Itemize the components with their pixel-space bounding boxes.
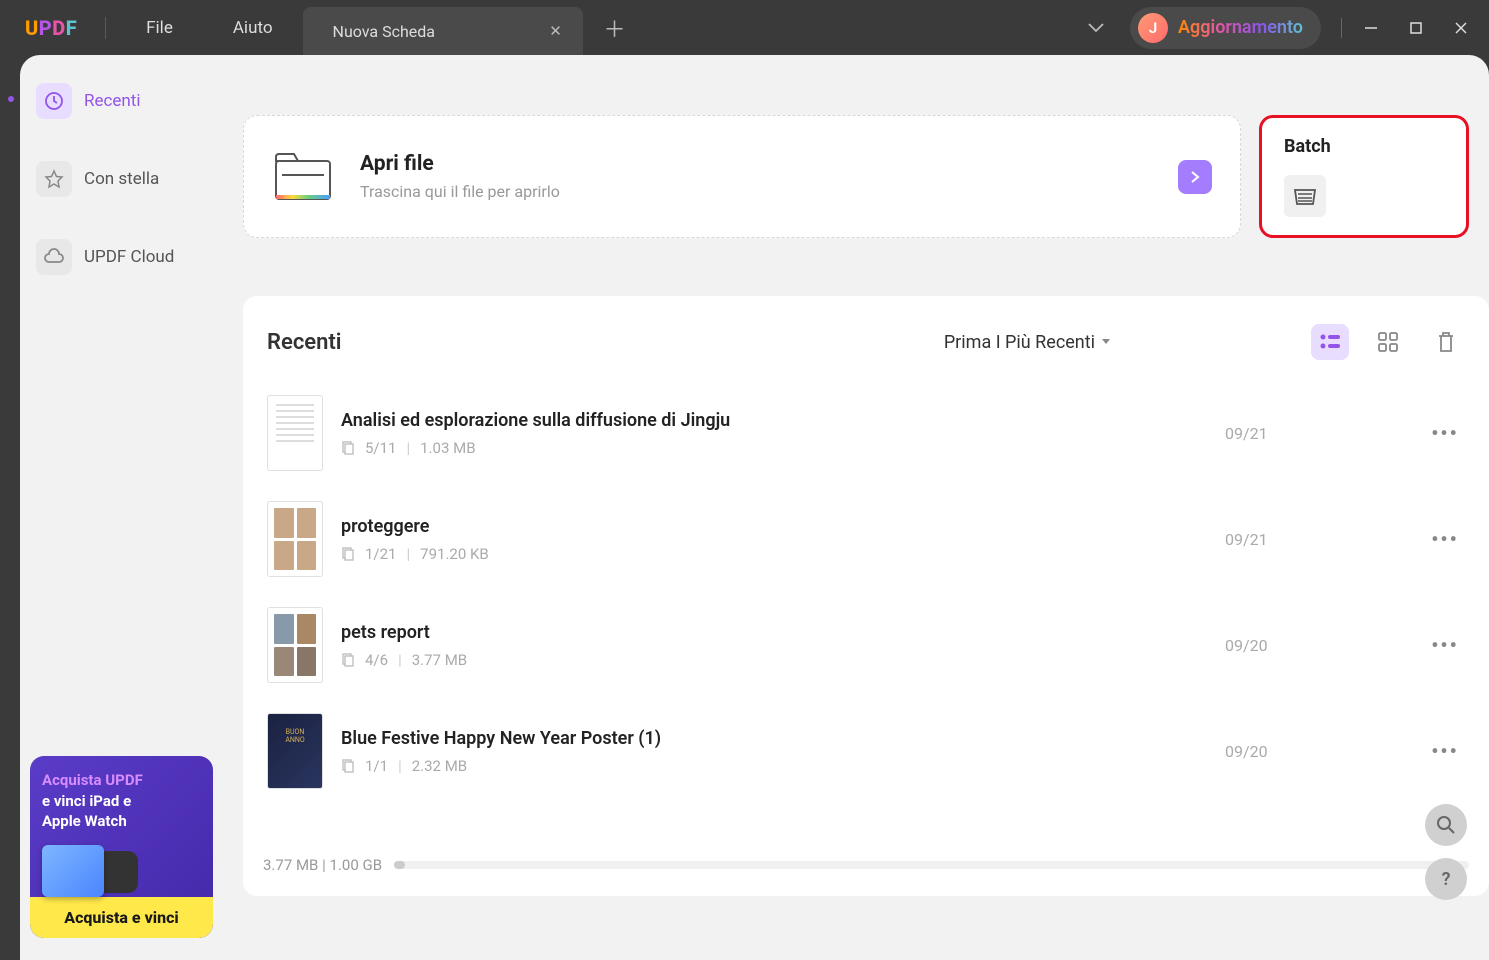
storage-usage: 3.77 MB | 1.00 GB — [263, 856, 382, 874]
file-row[interactable]: BUONANNO Blue Festive Happy New Year Pos… — [267, 698, 1465, 804]
menu-file[interactable]: File — [116, 18, 203, 38]
file-row[interactable]: Analisi ed esplorazione sulla diffusione… — [267, 380, 1465, 486]
sidebar-item-recent[interactable]: Recenti — [30, 77, 213, 125]
open-file-title: Apri file — [360, 152, 1152, 176]
cloud-icon — [36, 239, 72, 275]
tab-label: Nuova Scheda — [333, 22, 435, 41]
delete-button[interactable] — [1427, 324, 1465, 360]
close-button[interactable] — [1438, 8, 1483, 48]
more-icon[interactable]: ••• — [1425, 421, 1465, 445]
file-date: 09/21 — [1225, 530, 1425, 549]
pages-icon — [341, 653, 355, 667]
chevron-down-icon — [1101, 338, 1111, 346]
promo-card[interactable]: Acquista UPDF e vinci iPad e Apple Watch… — [30, 756, 213, 938]
file-thumbnail: BUONANNO — [267, 713, 323, 789]
file-row[interactable]: proteggere 1/21|791.20 KB 09/21 ••• — [267, 486, 1465, 592]
close-icon[interactable]: ✕ — [543, 18, 569, 44]
batch-title: Batch — [1284, 136, 1444, 157]
sidebar-item-cloud[interactable]: UPDF Cloud — [30, 233, 213, 281]
sidebar-item-starred[interactable]: Con stella — [30, 155, 213, 203]
help-icon: ? — [1442, 869, 1451, 890]
file-row[interactable]: pets report 4/6|3.77 MB 09/20 ••• — [267, 592, 1465, 698]
app-logo: UPDF — [0, 16, 95, 40]
add-tab-button[interactable]: ＋ — [595, 12, 635, 44]
sidebar-item-label: Con stella — [84, 169, 159, 189]
file-thumbnail — [267, 607, 323, 683]
batch-icon[interactable] — [1284, 175, 1326, 217]
pages-icon — [341, 547, 355, 561]
star-icon — [36, 161, 72, 197]
avatar: J — [1138, 13, 1168, 43]
open-file-card[interactable]: Apri file Trascina qui il file per aprir… — [243, 115, 1241, 238]
more-icon[interactable]: ••• — [1425, 739, 1465, 763]
tab-new[interactable]: Nuova Scheda ✕ — [303, 7, 583, 55]
file-date: 09/20 — [1225, 742, 1425, 761]
sidebar-item-label: UPDF Cloud — [84, 247, 174, 267]
pages-icon — [341, 759, 355, 773]
recent-section-title: Recenti — [267, 330, 944, 355]
file-meta: 1/21|791.20 KB — [341, 545, 1225, 563]
open-file-subtitle: Trascina qui il file per aprirlo — [360, 182, 1152, 201]
menu-help[interactable]: Aiuto — [203, 18, 303, 38]
minimize-button[interactable] — [1348, 8, 1393, 48]
separator — [1341, 18, 1342, 38]
search-button[interactable] — [1425, 804, 1467, 846]
clock-icon — [36, 83, 72, 119]
promo-image — [42, 837, 201, 897]
file-thumbnail — [267, 501, 323, 577]
more-icon[interactable]: ••• — [1425, 633, 1465, 657]
file-name: Blue Festive Happy New Year Poster (1) — [341, 728, 1225, 749]
sidebar-item-label: Recenti — [84, 91, 141, 111]
file-name: pets report — [341, 622, 1225, 643]
batch-card: Batch — [1259, 115, 1469, 238]
file-name: Analisi ed esplorazione sulla diffusione… — [341, 410, 1225, 431]
sort-dropdown[interactable]: Prima I Più Recenti — [944, 332, 1111, 353]
file-name: proteggere — [341, 516, 1225, 537]
file-meta: 1/1|2.32 MB — [341, 757, 1225, 775]
storage-bar — [394, 861, 1469, 869]
upgrade-label: Aggiornamento — [1178, 17, 1303, 38]
file-thumbnail — [267, 395, 323, 471]
file-date: 09/20 — [1225, 636, 1425, 655]
promo-line: Acquista UPDF — [42, 770, 201, 790]
promo-line: e vinci iPad e — [42, 791, 201, 811]
upgrade-button[interactable]: J Aggiornamento — [1130, 7, 1321, 49]
promo-line: Apple Watch — [42, 811, 201, 831]
maximize-button[interactable] — [1393, 8, 1438, 48]
file-meta: 4/6|3.77 MB — [341, 651, 1225, 669]
sort-label: Prima I Più Recenti — [944, 332, 1095, 353]
list-view-button[interactable] — [1311, 324, 1349, 360]
chevron-right-icon[interactable] — [1178, 160, 1212, 194]
promo-cta-button[interactable]: Acquista e vinci — [30, 897, 213, 938]
pages-icon — [341, 441, 355, 455]
more-icon[interactable]: ••• — [1425, 527, 1465, 551]
separator — [105, 17, 106, 39]
grid-view-button[interactable] — [1369, 324, 1407, 360]
folder-icon — [272, 151, 334, 203]
tabs-dropdown-icon[interactable] — [1076, 23, 1116, 33]
indicator-dot — [8, 96, 14, 102]
file-date: 09/21 — [1225, 424, 1425, 443]
help-button[interactable]: ? — [1425, 858, 1467, 900]
file-meta: 5/11|1.03 MB — [341, 439, 1225, 457]
